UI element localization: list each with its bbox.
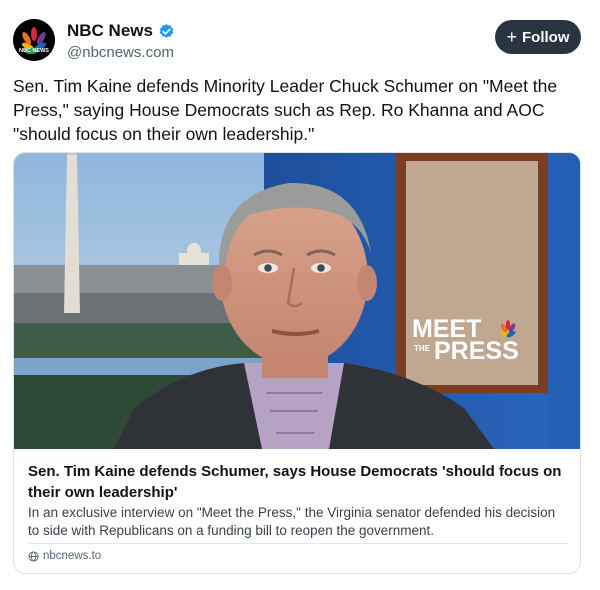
kaine-interview-photo: MEET THE PRESS — [14, 153, 580, 449]
verified-badge-icon — [159, 23, 174, 38]
link-card[interactable]: MEET THE PRESS Sen. Tim Kaine defends Sc… — [13, 152, 581, 574]
plus-icon: + — [506, 27, 517, 47]
follow-button-label: Follow — [522, 28, 570, 46]
post-container: NBC NEWS NBC News @nbcnews.com + Follow … — [0, 0, 600, 590]
link-card-image[interactable]: MEET THE PRESS — [14, 153, 580, 449]
author-display-name[interactable]: NBC News — [67, 21, 153, 41]
link-card-source[interactable]: nbcnews.to — [28, 550, 101, 562]
follow-button[interactable]: + Follow — [495, 20, 581, 54]
link-card-description: In an exclusive interview on "Meet the P… — [28, 505, 556, 538]
author-avatar[interactable]: NBC NEWS — [13, 19, 55, 61]
author-handle[interactable]: @nbcnews.com — [67, 44, 174, 61]
post-text: Sen. Tim Kaine defends Minority Leader C… — [13, 76, 558, 144]
link-card-title[interactable]: Sen. Tim Kaine defends Schumer, says Hou… — [28, 461, 572, 503]
author-name-row: NBC News — [67, 21, 175, 41]
svg-text:PRESS: PRESS — [434, 337, 519, 365]
link-card-divider — [28, 543, 568, 544]
globe-icon — [28, 550, 39, 562]
link-card-source-label: nbcnews.to — [43, 550, 102, 562]
nbc-peacock-logo-icon: NBC NEWS — [13, 19, 55, 61]
svg-text:NBC NEWS: NBC NEWS — [19, 48, 49, 54]
svg-text:THE: THE — [414, 344, 431, 353]
